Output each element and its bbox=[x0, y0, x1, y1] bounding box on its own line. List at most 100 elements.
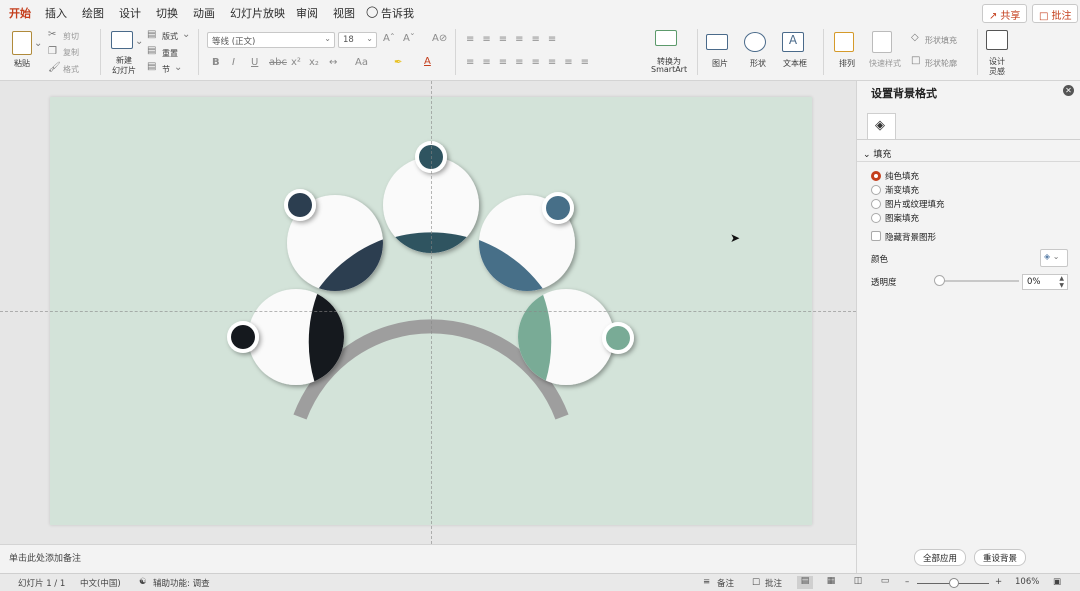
paste-label[interactable]: 粘贴 bbox=[14, 58, 30, 69]
gradient-fill-radio[interactable] bbox=[871, 185, 881, 195]
fill-section-header[interactable]: ⌄ 填充 bbox=[863, 147, 891, 160]
format-painter-label[interactable]: 格式 bbox=[63, 64, 79, 75]
transparency-input[interactable]: 0% ▲ ▼ bbox=[1022, 274, 1068, 290]
superscript-icon[interactable]: x² bbox=[291, 57, 301, 68]
zoom-level[interactable]: 106% bbox=[1015, 577, 1039, 587]
dot-navy[interactable] bbox=[284, 189, 316, 221]
tab-home[interactable]: 开始 bbox=[8, 5, 32, 26]
notes-placeholder[interactable]: 单击此处添加备注 bbox=[9, 551, 81, 564]
paste-icon[interactable] bbox=[12, 31, 32, 55]
tab-design[interactable]: 设计 bbox=[119, 5, 141, 21]
comments-toggle[interactable]: 批注 bbox=[765, 577, 782, 589]
apply-all-button[interactable]: 全部应用 bbox=[914, 549, 967, 566]
increase-font-icon[interactable]: Aˆ bbox=[383, 33, 395, 44]
section-dropdown-icon[interactable]: ⌄ bbox=[174, 62, 182, 73]
smartart-label-2[interactable]: SmartArt bbox=[651, 65, 687, 74]
notes-pane[interactable]: 单击此处添加备注 bbox=[0, 544, 856, 573]
new-slide-icon[interactable] bbox=[111, 31, 133, 49]
horizontal-guide[interactable] bbox=[0, 311, 856, 312]
quick-styles-label[interactable]: 快速样式 bbox=[869, 58, 901, 69]
new-slide-dropdown-icon[interactable]: ⌄ bbox=[135, 36, 143, 47]
list-icons-row[interactable]: ≡≡≡≡≡≡ bbox=[466, 34, 564, 45]
reset-label[interactable]: 重置 bbox=[162, 48, 178, 59]
reset-icon[interactable]: ▤ bbox=[147, 45, 156, 56]
fill-tab[interactable]: ◈ bbox=[867, 113, 896, 139]
paste-dropdown-icon[interactable]: ⌄ bbox=[34, 38, 42, 49]
shape-outline-label[interactable]: 形状轮廓 bbox=[925, 58, 957, 69]
change-case-icon[interactable]: Aa bbox=[355, 57, 368, 68]
zoom-out-icon[interactable]: – bbox=[905, 577, 909, 587]
smartart-icon[interactable] bbox=[655, 30, 677, 46]
clear-format-icon[interactable]: A⊘ bbox=[432, 33, 447, 44]
font-size-select[interactable]: 18 ⌄ bbox=[338, 32, 377, 48]
dot-steel[interactable] bbox=[542, 192, 574, 224]
pattern-fill-radio[interactable] bbox=[871, 213, 881, 223]
stepper-icon[interactable]: ▲ ▼ bbox=[1059, 275, 1064, 289]
underline-icon[interactable]: U bbox=[251, 57, 258, 68]
zoom-slider-knob[interactable] bbox=[949, 578, 959, 588]
accessibility-icon[interactable]: ☯ bbox=[139, 577, 147, 587]
dot-sage[interactable] bbox=[602, 322, 634, 354]
bold-icon[interactable]: B bbox=[212, 57, 220, 68]
transparency-slider-knob[interactable] bbox=[934, 275, 945, 286]
textbox-icon[interactable]: A bbox=[782, 32, 804, 52]
tab-insert[interactable]: 插入 bbox=[45, 5, 67, 21]
subscript-icon[interactable]: x₂ bbox=[309, 57, 319, 68]
color-picker-button[interactable]: ◈ ⌄ bbox=[1040, 249, 1068, 267]
reading-view-icon[interactable]: ◫ bbox=[850, 576, 866, 589]
shape-icon[interactable] bbox=[744, 32, 766, 52]
tab-slideshow[interactable]: 幻灯片放映 bbox=[230, 5, 285, 21]
align-icons-row[interactable]: ≡≡≡≡≡≡≡≡ bbox=[466, 57, 597, 68]
picture-fill-radio[interactable] bbox=[871, 199, 881, 209]
dot-black[interactable] bbox=[227, 321, 259, 353]
decrease-font-icon[interactable]: Aˇ bbox=[403, 33, 415, 44]
new-slide-label-2[interactable]: 幻灯片 bbox=[112, 65, 136, 76]
character-spacing-icon[interactable]: ↔ bbox=[329, 57, 337, 68]
font-name-select[interactable]: 等线 (正文) ⌄ bbox=[207, 32, 335, 48]
cut-label[interactable]: 剪切 bbox=[63, 31, 79, 42]
format-painter-icon[interactable]: 🖌 bbox=[48, 62, 61, 73]
close-icon[interactable]: ✕ bbox=[1063, 85, 1074, 96]
normal-view-icon[interactable]: ▤ bbox=[797, 576, 813, 589]
hide-bg-graphics-checkbox[interactable] bbox=[871, 231, 881, 241]
comment-button[interactable]: □ 批注 bbox=[1032, 4, 1079, 23]
tell-me-icon[interactable]: ◯ bbox=[366, 5, 378, 18]
tab-animations[interactable]: 动画 bbox=[193, 5, 215, 21]
tab-view[interactable]: 视图 bbox=[333, 5, 355, 21]
accessibility-status[interactable]: 辅助功能: 调查 bbox=[153, 577, 210, 589]
layout-icon[interactable]: ▤ bbox=[147, 29, 156, 40]
slide-sorter-icon[interactable]: ▦ bbox=[823, 576, 839, 589]
section-label[interactable]: 节 bbox=[162, 64, 170, 75]
picture-label[interactable]: 图片 bbox=[712, 58, 728, 69]
textbox-label[interactable]: 文本框 bbox=[783, 58, 807, 69]
shape-fill-label[interactable]: 形状填充 bbox=[925, 35, 957, 46]
design-ideas-icon[interactable] bbox=[986, 30, 1008, 50]
tab-transitions[interactable]: 切换 bbox=[156, 5, 178, 21]
transparency-slider[interactable] bbox=[939, 280, 1019, 282]
cut-icon[interactable]: ✂ bbox=[48, 29, 56, 40]
design-ideas-label-2[interactable]: 灵感 bbox=[989, 66, 1005, 77]
solid-fill-radio[interactable] bbox=[871, 171, 881, 181]
circle-1[interactable] bbox=[248, 287, 368, 397]
slideshow-icon[interactable]: ▭ bbox=[877, 576, 893, 589]
fit-to-window-icon[interactable]: ▣ bbox=[1053, 577, 1061, 587]
reset-background-button[interactable]: 重设背景 bbox=[974, 549, 1027, 566]
notes-toggle[interactable]: 备注 bbox=[717, 577, 734, 589]
language-indicator[interactable]: 中文(中国) bbox=[80, 577, 121, 589]
quick-styles-icon[interactable] bbox=[872, 31, 892, 53]
arrange-icon[interactable] bbox=[834, 32, 854, 52]
comments-icon[interactable]: □ bbox=[752, 577, 760, 587]
layout-dropdown-icon[interactable]: ⌄ bbox=[182, 29, 190, 40]
shape-outline-icon[interactable]: □ bbox=[911, 55, 920, 66]
tab-review[interactable]: 审阅 bbox=[296, 5, 318, 21]
notes-icon[interactable]: ≡ bbox=[703, 577, 710, 587]
tab-tell-me[interactable]: 告诉我 bbox=[381, 5, 414, 21]
share-button[interactable]: ↗ 共享 bbox=[982, 4, 1028, 23]
section-icon[interactable]: ▤ bbox=[147, 61, 156, 72]
highlight-icon[interactable]: ✒ bbox=[394, 57, 402, 68]
slide-editor[interactable]: ➤ bbox=[0, 81, 856, 544]
shape-label[interactable]: 形状 bbox=[750, 58, 766, 69]
layout-label[interactable]: 版式 bbox=[162, 31, 178, 42]
tab-draw[interactable]: 绘图 bbox=[82, 5, 104, 21]
copy-label[interactable]: 复制 bbox=[63, 47, 79, 58]
